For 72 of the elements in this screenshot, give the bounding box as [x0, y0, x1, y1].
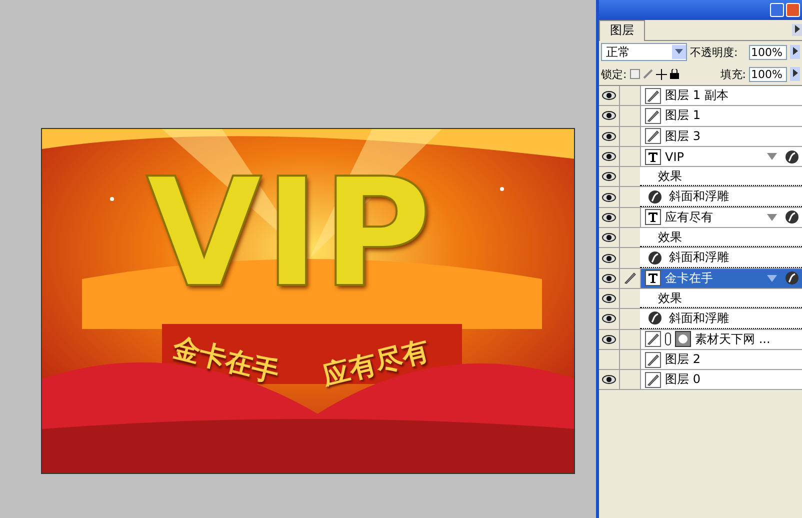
eye-icon: [602, 233, 616, 242]
caret-icon: [792, 47, 798, 55]
blend-mode-dropdown[interactable]: 正常: [601, 43, 687, 61]
layer-name: 图层 1: [665, 107, 700, 124]
fill-label: 填充:: [720, 66, 746, 82]
layer-name: 图层 0: [665, 371, 700, 388]
layer-name: 素材天下网 ...: [695, 330, 770, 348]
brush-thumbnail-icon: [645, 352, 661, 368]
caret-icon: [675, 49, 683, 55]
effect-icon: [648, 190, 662, 204]
layer-name: 应有尽有: [665, 208, 713, 226]
minimize-button[interactable]: [770, 3, 784, 17]
eye-icon: [602, 111, 616, 120]
eye-icon: [602, 294, 616, 304]
brush-thumbnail-icon: [645, 128, 661, 144]
eye-icon: [602, 254, 616, 263]
panel-tab[interactable]: 图层: [599, 20, 645, 41]
eye-icon: [602, 314, 616, 324]
layer-name: 金卡在手: [665, 270, 713, 287]
link-icon: [665, 332, 671, 346]
eye-icon: [602, 91, 616, 100]
brush-thumbnail-icon: [645, 88, 661, 104]
eye-icon: [602, 274, 616, 283]
slogan-text: 金卡在手: [170, 331, 282, 389]
brush-thumbnail-icon: [645, 331, 661, 348]
lock-icon[interactable]: [670, 69, 679, 79]
eye-icon: [602, 192, 616, 202]
eye-icon: [602, 375, 616, 384]
fill-field[interactable]: 100%: [749, 66, 787, 82]
eye-icon: [602, 212, 616, 222]
caret-icon: [792, 69, 798, 77]
effects-label: 效果: [658, 228, 682, 246]
layer-name: 图层 2: [665, 351, 700, 368]
brush-icon[interactable]: [642, 69, 653, 79]
effect-icon: [648, 250, 662, 265]
expand-triangle-icon[interactable]: [767, 274, 777, 282]
text-layer-icon: [645, 270, 661, 286]
effect-icon: [785, 271, 799, 286]
fill-slider-button[interactable]: [790, 67, 800, 81]
close-button[interactable]: [786, 3, 800, 17]
move-icon[interactable]: [656, 68, 667, 80]
lock-transparency-icon[interactable]: [630, 69, 640, 79]
panel-menu-button[interactable]: [792, 24, 802, 36]
expand-triangle-icon[interactable]: [767, 153, 777, 160]
eye-icon: [602, 334, 616, 344]
eye-icon: [602, 152, 616, 162]
brush-thumbnail-icon: [645, 108, 661, 124]
expand-triangle-icon[interactable]: [767, 214, 777, 221]
effect-name: 斜面和浮雕: [669, 310, 729, 327]
eye-icon: [602, 172, 616, 182]
effect-icon: [785, 150, 799, 164]
slogan-text: 应有尽有: [320, 334, 432, 392]
vip-headline: VIP: [146, 159, 434, 309]
text-layer-icon: [645, 148, 661, 165]
opacity-label: 不透明度:: [690, 44, 738, 60]
effect-name: 斜面和浮雕: [669, 188, 729, 206]
effect-name: 斜面和浮雕: [669, 249, 729, 266]
eye-icon: [602, 132, 616, 141]
brush-thumbnail-icon: [645, 372, 661, 388]
layer-name: 图层 1 副本: [665, 87, 728, 104]
caret-icon: [794, 25, 800, 33]
text-layer-icon: [645, 209, 661, 226]
lock-label: 锁定:: [601, 66, 627, 82]
effect-icon: [785, 210, 799, 224]
brush-icon: [622, 270, 638, 286]
opacity-slider-button[interactable]: [790, 45, 800, 59]
layer-name: VIP: [665, 150, 684, 164]
layer-name: 图层 3: [665, 128, 700, 145]
effects-label: 效果: [658, 290, 682, 307]
mask-thumbnail-icon: [675, 331, 691, 348]
opacity-field[interactable]: 100%: [749, 44, 787, 60]
effects-label: 效果: [658, 168, 682, 185]
